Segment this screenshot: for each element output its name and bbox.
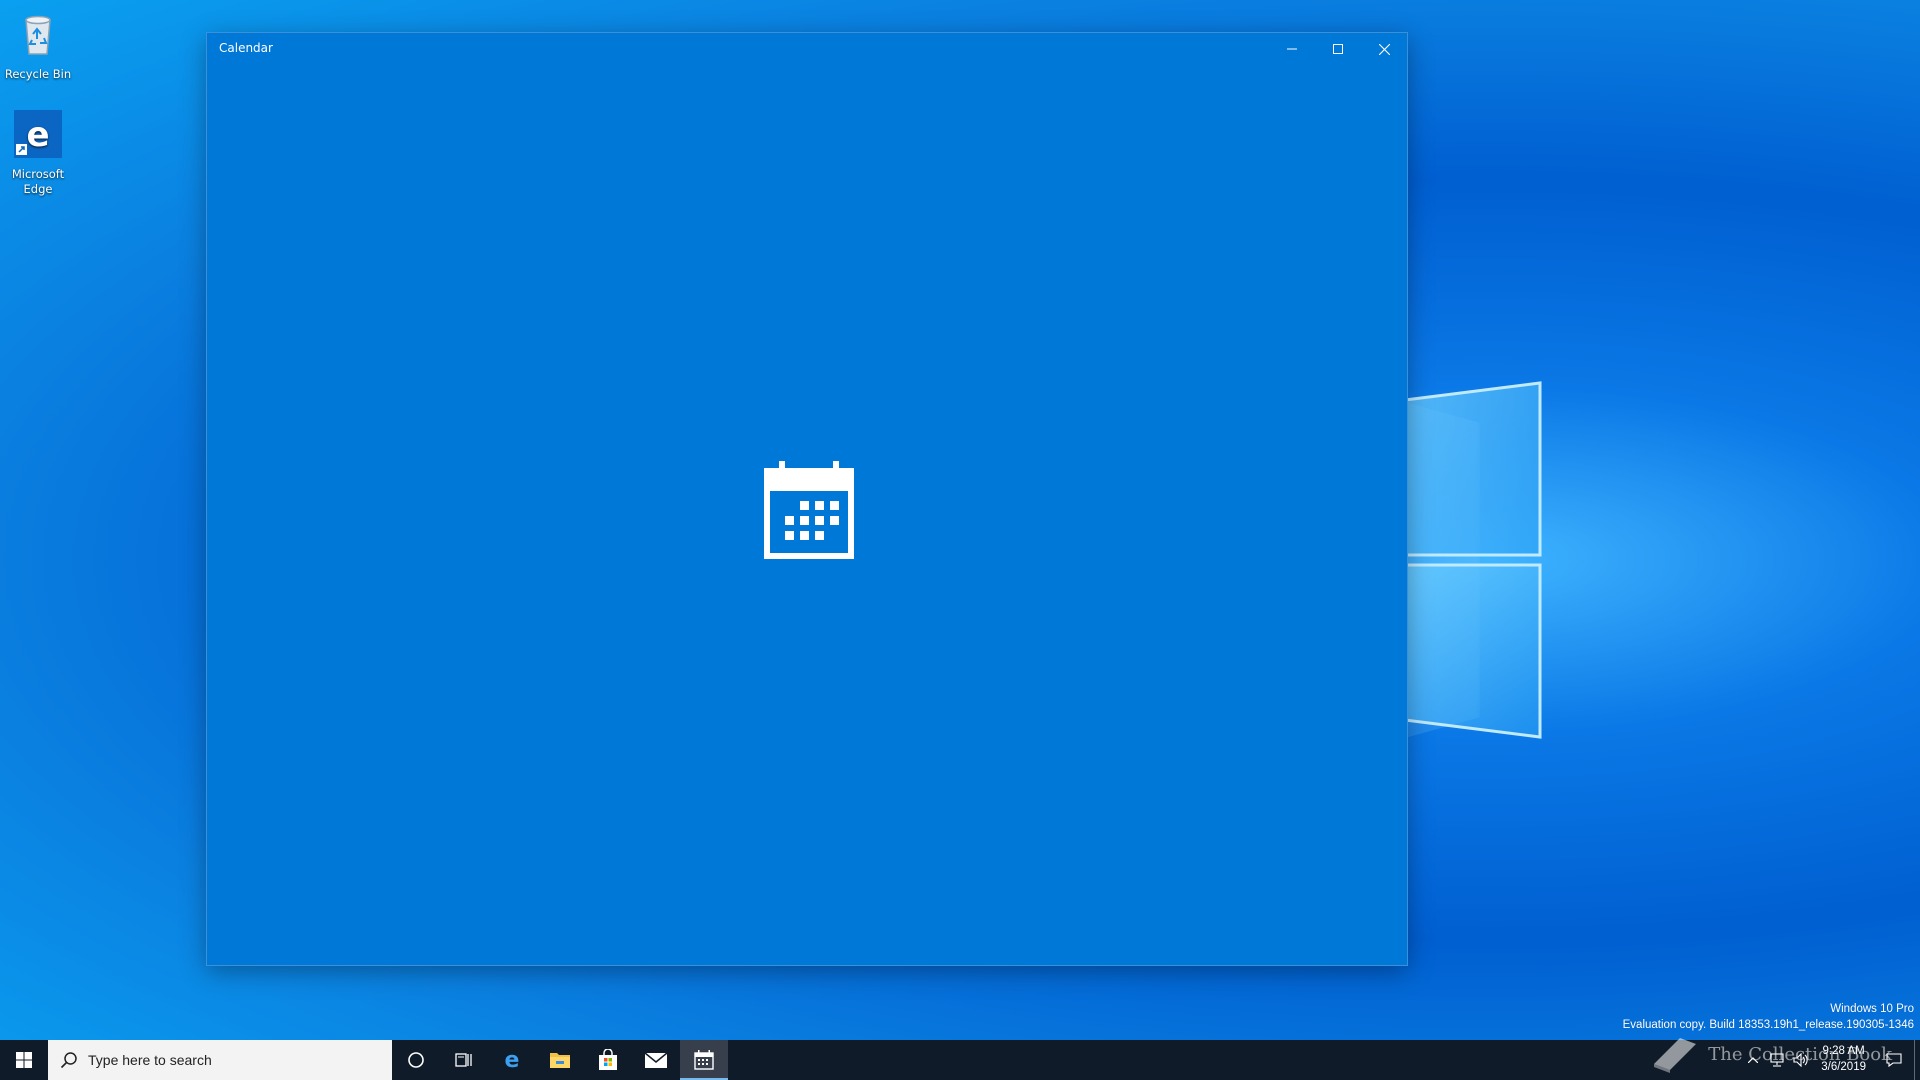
desktop-icon-recycle-bin[interactable]: Recycle Bin — [0, 8, 76, 82]
watermark-edition: Windows 10 Pro — [1830, 1002, 1914, 1015]
tray-overflow-button[interactable] — [1741, 1040, 1765, 1080]
taskbar-edge-button[interactable]: e — [488, 1040, 536, 1080]
system-tray: 9:28 AM 3/6/2019 — [1741, 1040, 1920, 1080]
watermark-build: Evaluation copy. Build 18353.19h1_releas… — [1622, 1019, 1914, 1032]
tray-network-button[interactable] — [1765, 1040, 1789, 1080]
volume-icon — [1793, 1053, 1808, 1067]
desktop-icon-label: Recycle Bin — [4, 67, 72, 82]
desktop: Recycle Bin e Microsoft Edge Calendar Wi… — [0, 0, 1920, 1080]
chevron-up-icon — [1748, 1057, 1759, 1063]
taskbar-task-view-button[interactable] — [440, 1040, 488, 1080]
taskbar-cortana-button[interactable] — [392, 1040, 440, 1080]
search-icon — [60, 1052, 77, 1069]
taskbar: Type here to search e 9:28 AM 3/6/2019 — [0, 1040, 1920, 1080]
title-bar[interactable]: Calendar — [207, 33, 1407, 65]
clock-time: 9:28 AM — [1822, 1045, 1865, 1058]
network-icon — [1770, 1053, 1784, 1067]
taskbar-mail-button[interactable] — [632, 1040, 680, 1080]
close-icon — [1378, 43, 1390, 55]
recycle-bin-icon — [25, 15, 51, 55]
windows-wallpaper-logo — [1405, 381, 1542, 739]
cortana-icon — [408, 1052, 424, 1068]
tray-volume-button[interactable] — [1789, 1040, 1813, 1080]
show-desktop-button[interactable] — [1914, 1040, 1920, 1080]
maximize-icon — [1333, 44, 1343, 54]
taskbar-clock[interactable]: 9:28 AM 3/6/2019 — [1813, 1044, 1874, 1075]
edge-icon: e — [505, 1049, 520, 1071]
store-icon — [599, 1049, 617, 1070]
task-view-icon — [455, 1053, 472, 1067]
desktop-icon-edge[interactable]: e Microsoft Edge — [0, 108, 76, 196]
window-title: Calendar — [219, 41, 273, 55]
mail-icon — [644, 1052, 668, 1068]
calendar-icon — [694, 1050, 714, 1070]
taskbar-calendar-button[interactable] — [680, 1040, 728, 1080]
taskbar-store-button[interactable] — [584, 1040, 632, 1080]
taskbar-search-box[interactable]: Type here to search — [48, 1040, 392, 1080]
taskbar-file-explorer-button[interactable] — [536, 1040, 584, 1080]
close-button[interactable] — [1361, 33, 1407, 65]
calendar-window: Calendar — [207, 33, 1407, 965]
windows-start-icon — [16, 1052, 32, 1068]
folder-icon — [550, 1053, 570, 1068]
clock-date: 3/6/2019 — [1821, 1061, 1866, 1073]
windows-watermark: Windows 10 Pro Evaluation copy. Build 18… — [1623, 1001, 1914, 1034]
desktop-icon-label: Microsoft Edge — [11, 167, 65, 196]
minimize-icon — [1287, 48, 1297, 50]
minimize-button[interactable] — [1269, 33, 1315, 65]
maximize-button[interactable] — [1315, 33, 1361, 65]
svg-text:e: e — [26, 115, 49, 155]
calendar-icon — [764, 461, 854, 559]
action-center-icon — [1886, 1053, 1902, 1068]
edge-icon: e — [14, 110, 62, 158]
search-placeholder: Type here to search — [88, 1052, 212, 1068]
start-button[interactable] — [0, 1040, 48, 1080]
action-center-button[interactable] — [1874, 1040, 1914, 1080]
svg-text:e: e — [505, 1049, 520, 1071]
